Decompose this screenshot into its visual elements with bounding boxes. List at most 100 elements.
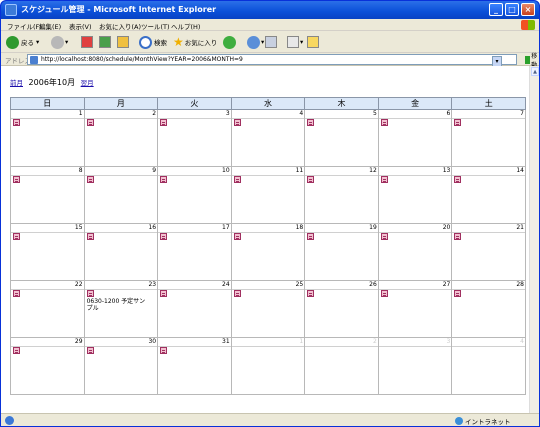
cell-divider: [84, 346, 158, 347]
refresh-button[interactable]: [99, 35, 111, 49]
folder-button[interactable]: [307, 35, 319, 49]
add-schedule-memo-icon[interactable]: [86, 347, 94, 354]
cell-divider: [378, 346, 452, 347]
cell-divider: [158, 118, 231, 119]
cell-divider: [452, 232, 525, 233]
toolbar: 戻る ▾ ▾ 検索 ★ お気に入り ▾ ▾: [1, 31, 539, 53]
history-button[interactable]: [223, 35, 236, 49]
add-schedule-memo-icon[interactable]: [160, 290, 168, 297]
calendar-day-cell: 22: [10, 280, 85, 338]
add-schedule-memo-icon[interactable]: [233, 176, 241, 183]
add-schedule-memo-icon[interactable]: [233, 233, 241, 240]
forward-button[interactable]: ▾: [51, 35, 68, 49]
add-schedule-memo-icon[interactable]: [233, 119, 241, 126]
calendar-day-cell: 19: [304, 223, 379, 281]
stop-icon: [81, 36, 93, 48]
history-icon: [223, 35, 236, 49]
address-url: http://localhost:8080/schedule/MonthView…: [41, 56, 243, 63]
add-schedule-memo-icon[interactable]: [233, 290, 241, 297]
cell-divider: [84, 175, 158, 176]
day-number: 12: [369, 167, 377, 174]
stop-button[interactable]: [81, 35, 93, 49]
address-input[interactable]: http://localhost:8080/schedule/MonthView…: [27, 54, 517, 67]
add-schedule-memo-icon[interactable]: [13, 233, 20, 240]
menu-help[interactable]: ヘルプ(H): [171, 21, 200, 31]
add-schedule-memo-icon[interactable]: [13, 176, 20, 183]
cell-divider: [452, 289, 525, 290]
add-schedule-memo-icon[interactable]: [86, 119, 94, 126]
calendar-day-cell: 4: [451, 337, 526, 395]
day-number: 28: [516, 281, 524, 288]
cell-divider: [378, 118, 452, 119]
menu-view[interactable]: 表示(V): [69, 21, 92, 31]
add-schedule-memo-icon[interactable]: [380, 119, 388, 126]
weekday-header-row: 日月火水木金土: [10, 97, 526, 110]
add-schedule-memo-icon[interactable]: [454, 233, 462, 240]
home-button[interactable]: [117, 35, 129, 49]
add-schedule-memo-icon[interactable]: [86, 176, 94, 183]
calendar-day-cell: 5: [304, 109, 379, 167]
calendar-day-cell: 26: [304, 280, 379, 338]
calendar-week-row: 22 23 0630-1200 予定サンプル 24 25 26 27 28: [10, 280, 526, 338]
menu-tools[interactable]: ツール(T): [141, 21, 170, 31]
edit-button[interactable]: ▾: [287, 35, 303, 49]
cell-divider: [11, 232, 84, 233]
cell-divider: [378, 289, 452, 290]
add-schedule-memo-icon[interactable]: [454, 290, 462, 297]
add-schedule-memo-icon[interactable]: [380, 176, 388, 183]
vertical-scrollbar[interactable]: ▲: [529, 66, 539, 413]
page-content: 前月 2006年10月 翌月 日月火水木金土 1 2 3 4 5 6 7 8 9 10 11 12 13…: [1, 66, 539, 413]
next-month-link[interactable]: 翌月: [81, 79, 94, 87]
add-schedule-memo-icon[interactable]: [307, 233, 315, 240]
menu-favorites[interactable]: お気に入り(A): [99, 21, 141, 31]
go-button[interactable]: 移動: [525, 53, 539, 69]
maximize-button[interactable]: □: [505, 3, 519, 16]
add-schedule-memo-icon[interactable]: [454, 176, 462, 183]
add-schedule-memo-icon[interactable]: [86, 233, 94, 240]
add-schedule-memo-icon[interactable]: [307, 119, 315, 126]
day-number: 3: [446, 338, 451, 345]
day-number: 1: [78, 110, 83, 117]
add-schedule-memo-icon[interactable]: [160, 119, 168, 126]
month-navigation: 前月 2006年10月 翌月: [10, 77, 94, 88]
minimize-button[interactable]: _: [489, 3, 503, 16]
add-schedule-memo-icon[interactable]: [13, 119, 20, 126]
add-schedule-memo-icon[interactable]: [307, 290, 315, 297]
calendar-day-cell: 2: [83, 109, 159, 167]
day-number: 8: [78, 167, 83, 174]
add-schedule-memo-icon[interactable]: [160, 176, 168, 183]
print-button[interactable]: [265, 35, 277, 49]
add-schedule-memo-icon[interactable]: [13, 290, 20, 297]
favorites-button[interactable]: ★ お気に入り: [173, 35, 217, 49]
day-number: 3: [225, 110, 230, 117]
add-schedule-memo-icon[interactable]: [454, 119, 462, 126]
day-number: 23: [148, 281, 157, 288]
scroll-up-button[interactable]: ▲: [531, 67, 539, 76]
address-bar: アドレス(D) http://localhost:8080/schedule/M…: [1, 53, 539, 69]
mail-button[interactable]: ▾: [247, 35, 264, 49]
calendar-day-cell: 1: [230, 337, 306, 395]
calendar-day-cell: 17: [157, 223, 232, 281]
add-schedule-memo-icon[interactable]: [160, 347, 168, 354]
prev-month-link[interactable]: 前月: [10, 79, 23, 87]
search-label: 検索: [154, 39, 167, 47]
add-schedule-memo-icon[interactable]: [13, 347, 20, 354]
cell-divider: [378, 232, 452, 233]
add-schedule-memo-icon[interactable]: [86, 290, 94, 297]
calendar-day-cell: 27: [377, 280, 453, 338]
add-schedule-memo-icon[interactable]: [380, 233, 388, 240]
add-schedule-memo-icon[interactable]: [160, 233, 168, 240]
schedule-entry[interactable]: 0630-1200 予定サンプル: [87, 298, 151, 312]
add-schedule-memo-icon[interactable]: [380, 290, 388, 297]
browser-window: スケジュール管理 - Microsoft Internet Explorer _…: [0, 0, 540, 427]
back-button[interactable]: 戻る ▾: [6, 35, 39, 49]
add-schedule-memo-icon[interactable]: [307, 176, 315, 183]
calendar-week-row: 29 30 31 1 2 3 4: [10, 337, 526, 395]
close-button[interactable]: ×: [521, 3, 535, 16]
menu-edit[interactable]: 編集(E): [39, 21, 61, 31]
calendar-day-cell: 3: [157, 109, 232, 167]
search-button[interactable]: 検索: [139, 35, 167, 49]
favorites-label: お気に入り: [184, 39, 218, 47]
cell-divider: [231, 289, 305, 290]
menu-file[interactable]: ファイル(F): [7, 21, 42, 31]
